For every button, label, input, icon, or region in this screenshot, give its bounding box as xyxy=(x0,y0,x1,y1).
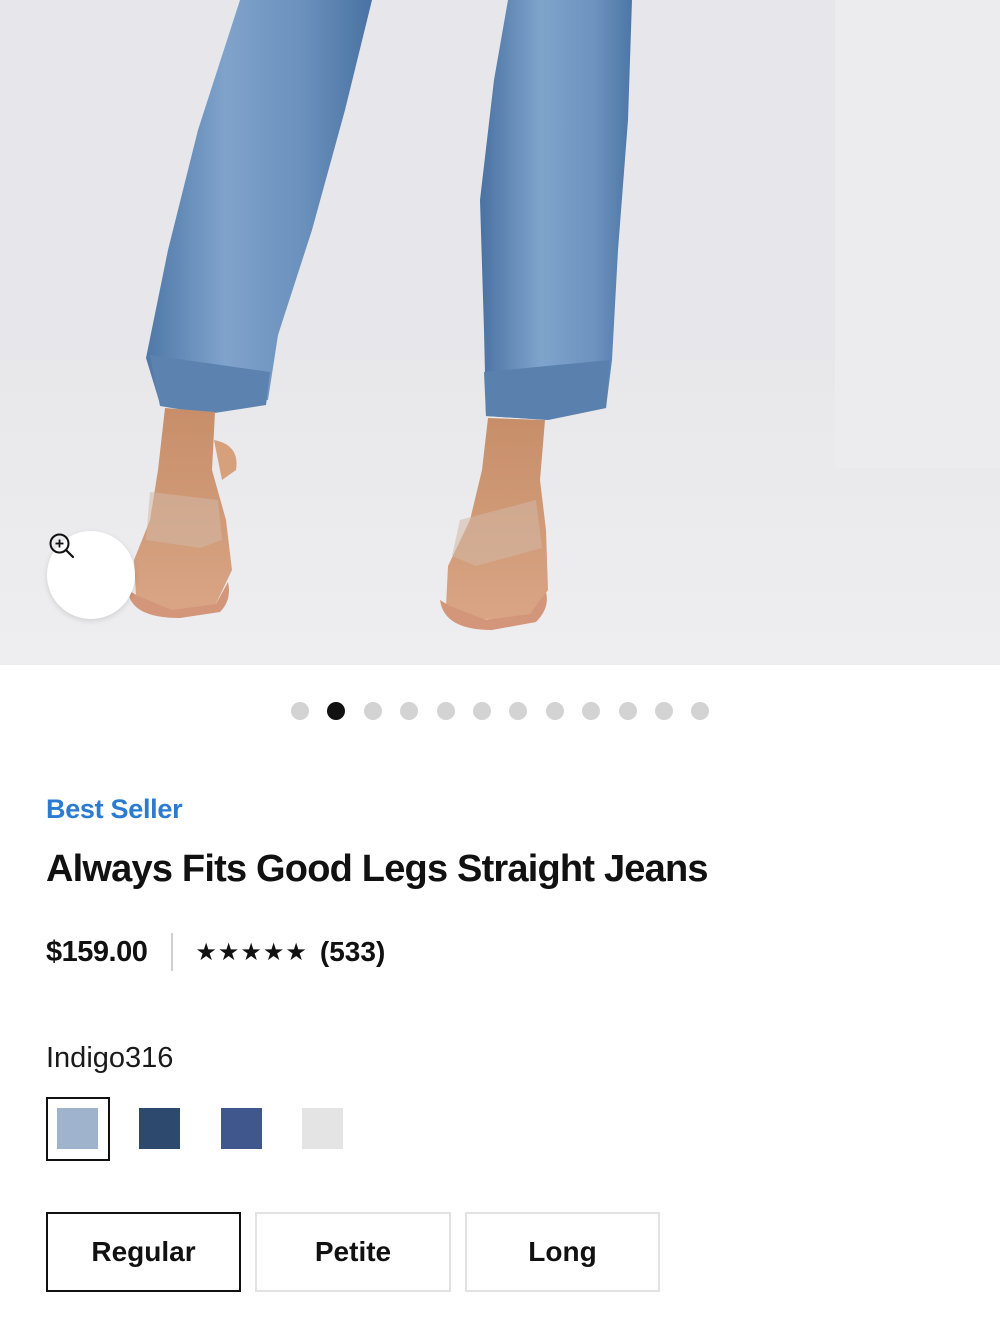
carousel-dot[interactable] xyxy=(400,702,419,720)
carousel-dot[interactable] xyxy=(582,702,601,720)
fit-regular-button[interactable]: Regular xyxy=(46,1212,241,1292)
carousel-dot[interactable] xyxy=(545,702,564,720)
carousel-pagination xyxy=(291,702,710,720)
carousel-dot[interactable] xyxy=(618,702,637,720)
carousel-dot[interactable] xyxy=(509,702,528,720)
zoom-button[interactable] xyxy=(47,531,135,619)
color-swatch-blue-wash[interactable] xyxy=(221,1108,262,1149)
product-photo xyxy=(0,0,1000,665)
carousel-dot[interactable] xyxy=(691,702,710,720)
carousel-dot[interactable] xyxy=(363,702,382,720)
product-title: Always Fits Good Legs Straight Jeans xyxy=(46,848,709,890)
carousel-dot[interactable] xyxy=(327,702,346,720)
divider xyxy=(171,933,174,971)
selected-color-name: Indigo316 xyxy=(46,1042,174,1074)
product-price: $159.00 xyxy=(46,935,148,968)
carousel-dot[interactable] xyxy=(654,702,673,720)
color-swatch-dark-wash[interactable] xyxy=(139,1108,180,1149)
review-count[interactable]: (533) xyxy=(320,936,385,968)
color-swatch-light-grey[interactable] xyxy=(302,1108,343,1149)
best-seller-badge: Best Seller xyxy=(46,794,183,824)
product-image[interactable] xyxy=(0,0,1000,665)
carousel-dot[interactable] xyxy=(291,702,309,720)
zoom-in-icon xyxy=(49,533,75,559)
fit-petite-button[interactable]: Petite xyxy=(255,1212,451,1292)
carousel-dot[interactable] xyxy=(472,702,491,720)
price-rating-row: $159.00 ★★★★★ (533) xyxy=(46,932,385,972)
fit-long-button[interactable]: Long xyxy=(465,1212,660,1292)
carousel-dot[interactable] xyxy=(436,702,455,720)
star-rating[interactable]: ★★★★★ xyxy=(195,938,308,967)
color-swatch-indigo316[interactable] xyxy=(57,1108,98,1149)
